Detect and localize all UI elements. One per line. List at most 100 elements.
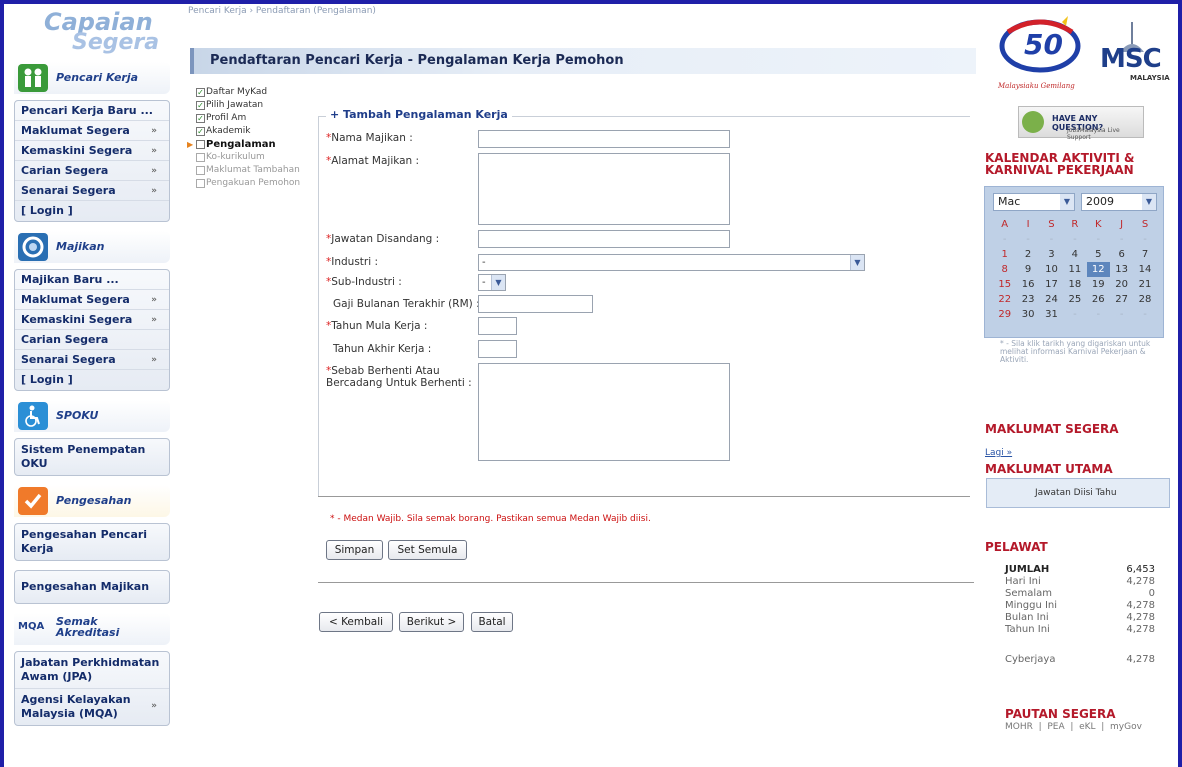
- menu-item-mqa[interactable]: Agensi Kelayakan Malaysia (MQA) »: [15, 689, 169, 725]
- label-text: Sub-Industri :: [331, 276, 402, 288]
- label-jawatan: *Jawatan Disandang :: [326, 233, 439, 245]
- step-pengalaman[interactable]: ▶ Pengalaman: [187, 138, 316, 151]
- calendar-day[interactable]: 28: [1133, 292, 1156, 307]
- menu-label: Pengesahan Pencari Kerja: [21, 528, 148, 555]
- calendar-day[interactable]: 5: [1087, 247, 1110, 262]
- menu-item-senarai-segera[interactable]: Senarai Segera »: [15, 181, 169, 201]
- calendar-day: -: [1049, 234, 1054, 245]
- calendar-day[interactable]: 7: [1133, 247, 1156, 262]
- calendar-year-select[interactable]: 2009 ▼: [1081, 193, 1157, 211]
- site-logo[interactable]: Capaian Segera: [14, 6, 170, 62]
- pautan-links[interactable]: MOHR | PEA | eKL | myGov: [1005, 722, 1142, 732]
- checkbox-empty-icon: [196, 140, 205, 149]
- menu-item-pengesahan-pencari-kerja[interactable]: Pengesahan Pencari Kerja: [15, 524, 169, 560]
- calendar-day: -: [1143, 309, 1147, 320]
- logo-text-2: Segera: [72, 30, 160, 55]
- section-pencari-kerja: Pencari Kerja: [14, 62, 170, 94]
- calendar-day[interactable]: 13: [1110, 262, 1133, 277]
- batal-button[interactable]: Batal: [471, 612, 513, 632]
- calendar-day[interactable]: 26: [1087, 292, 1110, 307]
- menu-item-kemaskini-segera[interactable]: Kemaskini Segera »: [15, 141, 169, 161]
- menu-item-carian-segera[interactable]: Carian Segera »: [15, 161, 169, 181]
- nama-majikan-input[interactable]: [478, 130, 730, 148]
- menu-item-maklumat-segera[interactable]: Maklumat Segera »: [15, 121, 169, 141]
- stat-label: Bulan Ini: [1005, 612, 1049, 623]
- calendar-day[interactable]: 30: [1016, 307, 1039, 322]
- calendar-day[interactable]: 21: [1133, 277, 1156, 292]
- calendar-month-select[interactable]: Mac ▼: [993, 193, 1075, 211]
- alamat-majikan-textarea[interactable]: [478, 153, 730, 225]
- logo-50-text: 50: [1024, 28, 1063, 61]
- divider: [318, 582, 974, 583]
- menu-item-login[interactable]: [ Login ]: [15, 370, 169, 390]
- malaysia-50-logo[interactable]: 50 Malaysiaku Gemilang: [998, 12, 1082, 90]
- menu-item-sistem-penempatan-oku[interactable]: Sistem Penempatan OKU: [15, 439, 169, 475]
- calendar-day[interactable]: 16: [1016, 277, 1039, 292]
- chevron-down-icon: ▼: [1142, 194, 1156, 210]
- tahun-mula-input[interactable]: [478, 317, 517, 335]
- fieldset-legend[interactable]: + Tambah Pengalaman Kerja: [326, 108, 512, 121]
- calendar-day[interactable]: 27: [1110, 292, 1133, 307]
- step-daftar-mykad[interactable]: ✓ Daftar MyKad: [196, 86, 316, 99]
- menu-item-kemaskini-segera[interactable]: Kemaskini Segera »: [15, 310, 169, 330]
- calendar-day[interactable]: 9: [1016, 262, 1039, 277]
- calendar-day[interactable]: 18: [1063, 277, 1086, 292]
- calendar-week-row: 1234567: [993, 247, 1157, 262]
- industri-select[interactable]: - ▼: [478, 254, 865, 271]
- calendar-day[interactable]: 14: [1133, 262, 1156, 277]
- maklumat-utama-ticker[interactable]: Jawatan Diisi Tahu: [986, 478, 1170, 508]
- set-semula-button[interactable]: Set Semula: [388, 540, 467, 560]
- berikut-button[interactable]: Berikut >: [399, 612, 464, 632]
- menu-item-pencari-baru[interactable]: Pencari Kerja Baru ...: [15, 101, 169, 121]
- menu-item-jpa[interactable]: Jabatan Perkhidmatan Awam (JPA): [15, 652, 169, 689]
- msc-logo[interactable]: MSC MALAYSIA: [1090, 18, 1174, 86]
- step-profil-am[interactable]: ✓ Profil Am: [196, 112, 316, 125]
- menu-item-pengesahan-majikan[interactable]: Pengesahan Majikan: [15, 571, 169, 603]
- menu-item-senarai-segera[interactable]: Senarai Segera »: [15, 350, 169, 370]
- jawatan-input[interactable]: [478, 230, 730, 248]
- calendar-day[interactable]: 6: [1110, 247, 1133, 262]
- calendar-day[interactable]: 10: [1040, 262, 1063, 277]
- calendar-day[interactable]: 17: [1040, 277, 1063, 292]
- calendar-day[interactable]: 12: [1086, 262, 1110, 277]
- step-pilih-jawatan[interactable]: ✓ Pilih Jawatan: [196, 99, 316, 112]
- calendar-day[interactable]: 3: [1040, 247, 1063, 262]
- menu-item-carian-segera[interactable]: Carian Segera: [15, 330, 169, 350]
- calendar-day[interactable]: 22: [993, 292, 1016, 307]
- calendar-day[interactable]: 25: [1063, 292, 1086, 307]
- simpan-button[interactable]: Simpan: [326, 540, 383, 560]
- calendar-day[interactable]: 24: [1040, 292, 1063, 307]
- calendar-day[interactable]: 20: [1110, 277, 1133, 292]
- calendar-day[interactable]: 11: [1063, 262, 1086, 277]
- divider: [318, 496, 970, 497]
- step-akademik[interactable]: ✓ Akademik: [196, 125, 316, 138]
- chevron-down-icon: ▼: [491, 275, 505, 290]
- current-step-arrow-icon: ▶: [187, 140, 194, 149]
- gaji-input[interactable]: [478, 295, 593, 313]
- calendar-day[interactable]: 31: [1040, 307, 1063, 322]
- calendar-day[interactable]: 19: [1087, 277, 1110, 292]
- calendar-day[interactable]: 29: [993, 307, 1016, 322]
- banner-subtitle: JobsMalaysia Live Support: [1067, 127, 1120, 141]
- sebab-berhenti-textarea[interactable]: [478, 363, 730, 461]
- stat-value: 4,278: [1126, 576, 1155, 587]
- calendar-day[interactable]: 15: [993, 277, 1016, 292]
- section-majikan: Majikan: [14, 231, 170, 263]
- tahun-akhir-input[interactable]: [478, 340, 517, 358]
- menu-label: Senarai Segera: [21, 184, 116, 197]
- sub-industri-select[interactable]: - ▼: [478, 274, 506, 291]
- menu-item-login[interactable]: [ Login ]: [15, 201, 169, 221]
- calendar-day[interactable]: 1: [993, 247, 1016, 262]
- calendar-day[interactable]: 2: [1016, 247, 1039, 262]
- kembali-button[interactable]: < Kembali: [319, 612, 393, 632]
- step-label: Profil Am: [206, 113, 247, 123]
- calendar-week-row: 29 30 31- - - -: [993, 307, 1157, 322]
- calendar-day[interactable]: 23: [1016, 292, 1039, 307]
- menu-item-maklumat-segera[interactable]: Maklumat Segera »: [15, 290, 169, 310]
- lagi-link[interactable]: Lagi »: [985, 448, 1012, 458]
- have-any-question-banner[interactable]: HAVE ANY QUESTION? JobsMalaysia Live Sup…: [1018, 106, 1144, 141]
- calendar-day[interactable]: 8: [993, 262, 1016, 277]
- menu-item-majikan-baru[interactable]: Majikan Baru ...: [15, 270, 169, 290]
- calendar-day[interactable]: 4: [1063, 247, 1086, 262]
- chevron-right-icon: »: [151, 295, 157, 305]
